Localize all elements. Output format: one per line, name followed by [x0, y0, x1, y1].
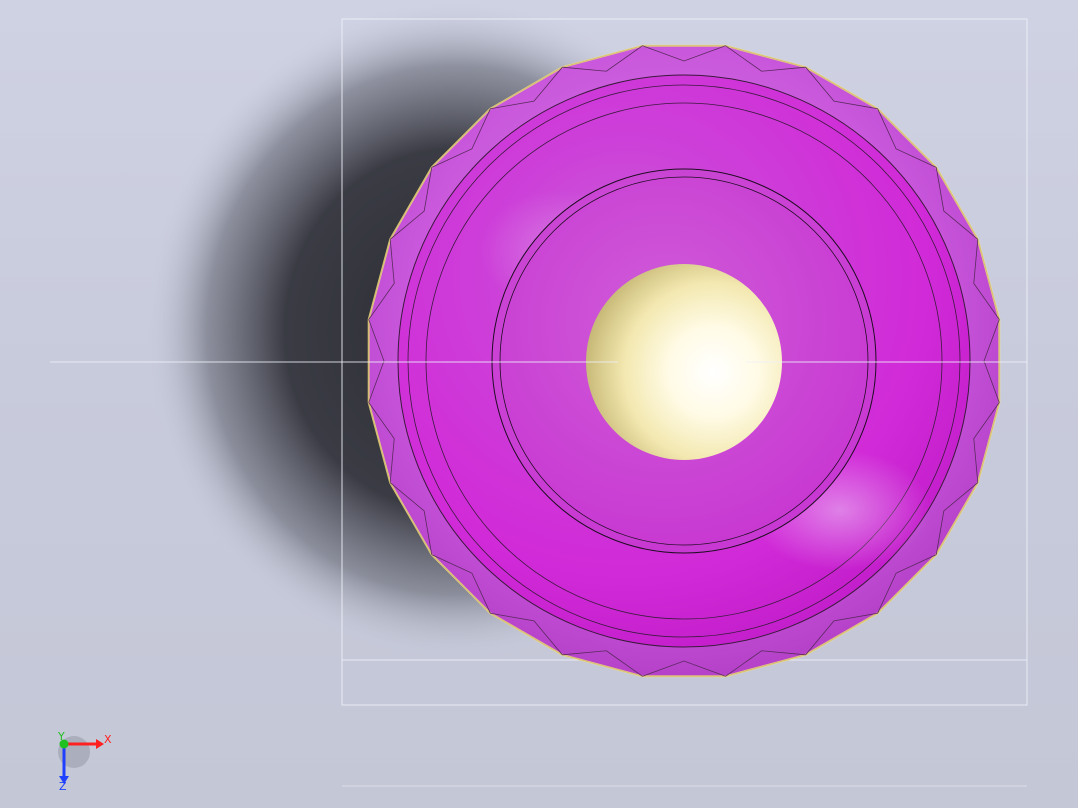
triad-x-arrow	[96, 739, 104, 749]
triad-z-label: Z	[59, 780, 67, 793]
graphics-viewport[interactable]: X Y Z	[0, 0, 1078, 808]
triad-y-label: Y	[57, 730, 65, 743]
reference-triad[interactable]: X Y Z	[57, 730, 112, 793]
triad-x-label: X	[104, 733, 112, 746]
model-view[interactable]: X Y Z	[0, 0, 1078, 808]
